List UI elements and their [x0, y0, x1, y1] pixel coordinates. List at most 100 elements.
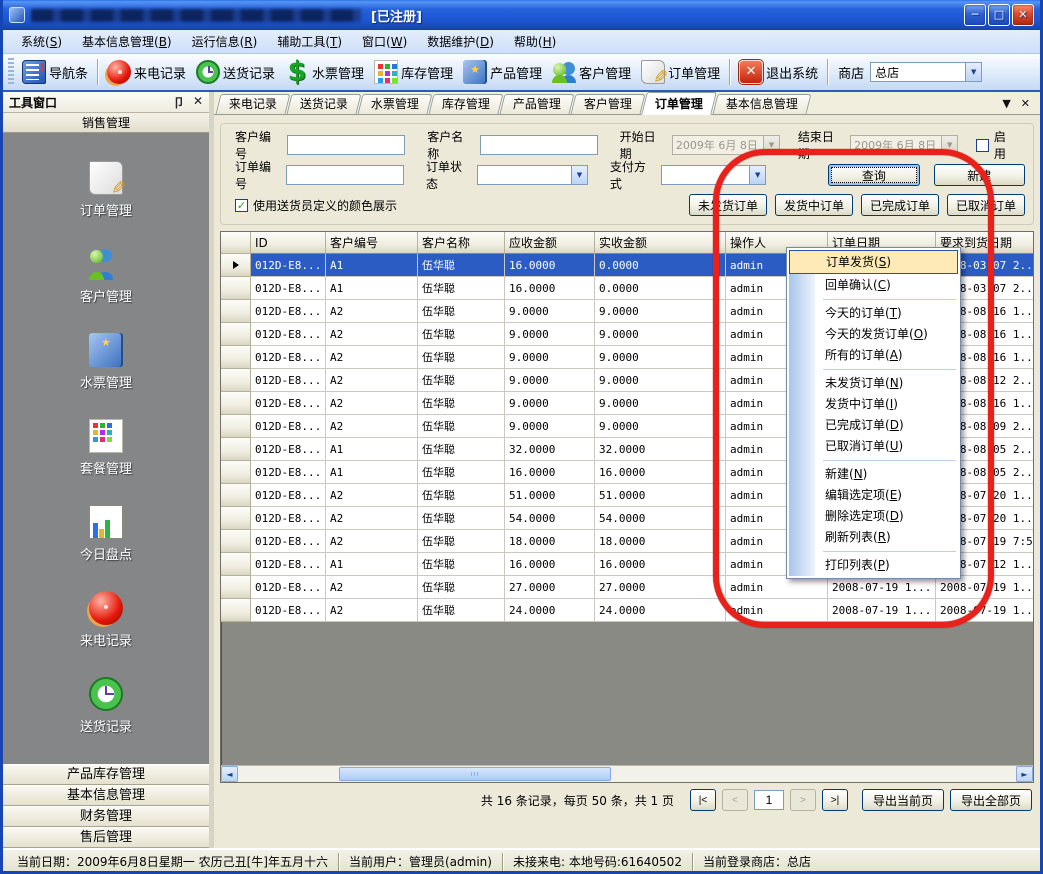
context-menu-item-回单确认(C)[interactable]: 回单确认(C) [789, 275, 958, 296]
filter-button-发货中订单[interactable]: 发货中订单 [775, 194, 853, 216]
sidebar-group-财务管理[interactable]: 财务管理 [3, 806, 209, 827]
new-button[interactable]: 新建 [934, 164, 1025, 186]
enable-checkbox[interactable] [976, 139, 989, 152]
row-selector[interactable] [221, 254, 251, 277]
sidebar-item-客户管理[interactable]: 客户管理 [80, 247, 132, 305]
row-selector[interactable] [221, 392, 251, 415]
color-checkbox[interactable]: ✓ [235, 199, 248, 212]
export-current-page-button[interactable]: 导出当前页 [862, 789, 944, 811]
row-selector[interactable] [221, 369, 251, 392]
row-selector[interactable] [221, 415, 251, 438]
filter-button-未发货订单[interactable]: 未发货订单 [689, 194, 767, 216]
tab-dropdown-icon[interactable]: ▼ [1002, 97, 1010, 110]
row-selector[interactable] [221, 323, 251, 346]
scroll-right-icon[interactable]: ► [1016, 766, 1033, 782]
row-selector[interactable] [221, 461, 251, 484]
query-button[interactable]: 查询 [828, 164, 919, 186]
toolbar-button-导航条[interactable]: 导航条 [17, 57, 93, 87]
grid-selector-header[interactable] [221, 232, 251, 254]
tab-基本信息管理[interactable]: 基本信息管理 [713, 94, 812, 114]
maximize-button[interactable]: □ [988, 4, 1010, 26]
toolbar-button-来电记录[interactable]: 来电记录 [102, 57, 191, 87]
tab-订单管理[interactable]: 订单管理 [641, 92, 717, 115]
row-selector[interactable] [221, 300, 251, 323]
context-menu-item-今天的发货订单(O)[interactable]: 今天的发货订单(O) [789, 324, 958, 345]
context-menu-item-打印列表(P)[interactable]: 打印列表(P) [789, 555, 958, 576]
context-menu-item-删除选定项(D)[interactable]: 删除选定项(D) [789, 506, 958, 527]
tab-客户管理[interactable]: 客户管理 [571, 94, 646, 114]
sidebar-item-水票管理[interactable]: 水票管理 [80, 333, 132, 391]
chevron-down-icon[interactable]: ▼ [571, 166, 587, 184]
row-selector[interactable] [221, 438, 251, 461]
sidebar-item-来电记录[interactable]: 来电记录 [80, 591, 132, 649]
row-selector[interactable] [221, 599, 251, 622]
tab-来电记录[interactable]: 来电记录 [216, 94, 291, 114]
menu-item-4[interactable]: 辅助工具(T) [267, 30, 352, 53]
toolbar-button-产品管理[interactable]: 产品管理 [458, 57, 547, 87]
menu-item-6[interactable]: 数据维护(D) [417, 30, 504, 53]
minimize-button[interactable]: ─ [964, 4, 986, 26]
last-page-button[interactable]: >| [822, 789, 848, 811]
toolbar-button-库存管理[interactable]: 库存管理 [369, 57, 458, 87]
pay-method-select[interactable]: ▼ [661, 165, 766, 185]
horizontal-scrollbar[interactable]: ◄ ► [221, 765, 1033, 782]
grid-column-header[interactable]: 客户名称 [418, 232, 505, 254]
toolbar-button-订单管理[interactable]: 订单管理 [636, 57, 725, 87]
row-selector[interactable] [221, 507, 251, 530]
toolbar-button-水票管理[interactable]: 水票管理 [280, 57, 369, 87]
sidebar-item-套餐管理[interactable]: 套餐管理 [80, 419, 132, 477]
order-status-select[interactable]: ▼ [477, 165, 588, 185]
prev-page-button[interactable]: < [722, 789, 748, 811]
context-menu-item-新建(N)[interactable]: 新建(N) [789, 464, 958, 485]
context-menu-item-发货中订单(I)[interactable]: 发货中订单(I) [789, 394, 958, 415]
grid-column-header[interactable]: 客户编号 [326, 232, 418, 254]
row-selector[interactable] [221, 576, 251, 599]
filter-button-已完成订单[interactable]: 已完成订单 [861, 194, 939, 216]
tab-产品管理[interactable]: 产品管理 [500, 94, 575, 114]
toolbar-button-退出系统[interactable]: 退出系统 [734, 57, 823, 87]
toolbar-button-客户管理[interactable]: 客户管理 [547, 57, 636, 87]
pin-icon[interactable]: 卩 [173, 94, 185, 111]
row-selector[interactable] [221, 346, 251, 369]
table-row[interactable]: 012D-E8...A2伍华聪27.000027.0000admin2008-0… [221, 576, 1033, 599]
scrollbar-thumb[interactable] [339, 767, 611, 781]
menu-item-7[interactable]: 帮助(H) [504, 30, 566, 53]
context-menu-item-刷新列表(R)[interactable]: 刷新列表(R) [789, 527, 958, 548]
toolbar-button-送货记录[interactable]: 送货记录 [191, 57, 280, 87]
first-page-button[interactable]: |< [690, 789, 716, 811]
sidebar-item-订单管理[interactable]: 订单管理 [80, 161, 132, 219]
sidebar-item-送货记录[interactable]: 送货记录 [80, 677, 132, 735]
menu-item-5[interactable]: 窗口(W) [352, 30, 417, 53]
end-date-picker[interactable]: 2009年 6月 8日 ▼ [850, 135, 958, 155]
shop-select[interactable]: 总店 ▼ [870, 62, 982, 82]
row-selector[interactable] [221, 553, 251, 576]
row-selector[interactable] [221, 530, 251, 553]
table-row[interactable]: 012D-E8...A2伍华聪24.000024.0000admin2008-0… [221, 599, 1033, 622]
sidebar-item-今日盘点[interactable]: 今日盘点 [80, 505, 132, 563]
customer-no-input[interactable] [287, 135, 405, 155]
tab-库存管理[interactable]: 库存管理 [429, 94, 504, 114]
context-menu-item-已完成订单(D)[interactable]: 已完成订单(D) [789, 415, 958, 436]
tab-close-icon[interactable]: ✕ [1021, 97, 1030, 110]
customer-name-input[interactable] [480, 135, 598, 155]
context-menu-item-所有的订单(A)[interactable]: 所有的订单(A) [789, 345, 958, 366]
order-no-input[interactable] [286, 165, 404, 185]
menu-item-3[interactable]: 运行信息(R) [182, 30, 268, 53]
context-menu-item-今天的订单(T)[interactable]: 今天的订单(T) [789, 303, 958, 324]
sidebar-group-产品库存管理[interactable]: 产品库存管理 [3, 764, 209, 785]
start-date-picker[interactable]: 2009年 6月 8日 ▼ [672, 135, 780, 155]
close-icon[interactable]: ✕ [193, 94, 203, 111]
scroll-left-icon[interactable]: ◄ [221, 766, 238, 782]
sidebar-section-sales[interactable]: 销售管理 [3, 113, 209, 133]
grid-column-header[interactable]: 应收金额 [505, 232, 595, 254]
context-menu-item-已取消订单(U)[interactable]: 已取消订单(U) [789, 436, 958, 457]
context-menu-item-编辑选定项(E)[interactable]: 编辑选定项(E) [789, 485, 958, 506]
toolbar-drag-handle[interactable] [8, 58, 14, 86]
export-all-pages-button[interactable]: 导出全部页 [950, 789, 1032, 811]
grid-column-header[interactable]: ID [251, 232, 326, 254]
chevron-down-icon[interactable]: ▼ [749, 166, 765, 184]
page-number-input[interactable] [754, 790, 784, 810]
next-page-button[interactable]: > [790, 789, 816, 811]
tab-送货记录[interactable]: 送货记录 [287, 94, 362, 114]
context-menu-item-订单发货(S)[interactable]: 订单发货(S) [789, 250, 958, 274]
